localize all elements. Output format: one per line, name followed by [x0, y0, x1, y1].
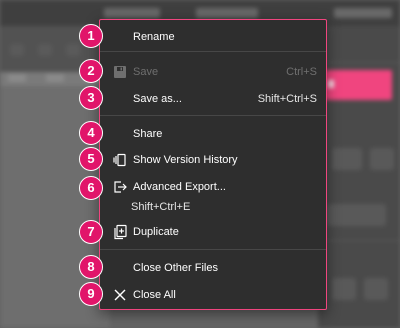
number-badge: 1: [79, 24, 103, 48]
version-history-icon: [112, 152, 128, 168]
menu-item-shortcut: Ctrl+S: [286, 66, 317, 78]
number-badge: 2: [79, 59, 103, 83]
number-badge: 9: [79, 282, 103, 306]
menu-separator: [100, 115, 326, 116]
menu-item-label: Close Other Files: [133, 262, 218, 274]
menu-item-duplicate[interactable]: Duplicate: [100, 220, 326, 244]
number-badge: 6: [79, 176, 103, 200]
number-badge: 5: [79, 147, 103, 171]
menu-item-rename[interactable]: Rename: [100, 25, 326, 49]
duplicate-icon: [112, 224, 128, 240]
menu-item-shortcut: Shift+Ctrl+E: [131, 201, 191, 213]
menu-item-close-other-files[interactable]: Close Other Files: [100, 256, 326, 280]
background-tool: [10, 44, 24, 56]
menu-item-save-as[interactable]: Save as... Shift+Ctrl+S: [100, 87, 326, 111]
background-tab: [334, 8, 392, 18]
menu-item-label: Close All: [133, 289, 176, 301]
menu-separator: [100, 51, 326, 52]
menu-item-label: Duplicate: [133, 226, 179, 238]
export-icon: [112, 179, 128, 195]
number-badge: 3: [79, 86, 103, 110]
menu-item-label: Rename: [133, 31, 175, 43]
menu-separator: [100, 249, 326, 250]
background-tab: [104, 8, 160, 18]
menu-item-save[interactable]: Save Ctrl+S: [100, 60, 326, 84]
save-icon: [112, 64, 128, 80]
menu-item-advanced-export[interactable]: Advanced Export...: [100, 175, 326, 199]
number-badge: 7: [79, 220, 103, 244]
menu-item-label: Save: [133, 66, 159, 78]
number-badge: 8: [79, 255, 103, 279]
menu-item-show-version-history[interactable]: Show Version History: [100, 148, 326, 172]
background-tool: [66, 44, 80, 56]
background-tool: [38, 44, 52, 56]
file-context-menu: Rename Save Ctrl+S Save as... Shift+Ctrl…: [99, 19, 327, 310]
close-icon: [112, 287, 128, 303]
menu-item-close-all[interactable]: Close All: [100, 283, 326, 307]
menu-item-label: Show Version History: [133, 154, 238, 166]
menu-item-shortcut: Shift+Ctrl+S: [257, 93, 317, 105]
menu-item-label: Share: [133, 128, 163, 140]
background-tab: [196, 8, 258, 18]
number-badge: 4: [79, 121, 103, 145]
menu-item-label: Advanced Export...: [133, 181, 226, 193]
menu-item-label: Save as...: [133, 93, 182, 105]
background-accent-panel: [324, 70, 392, 100]
menu-item-share[interactable]: Share: [100, 122, 326, 146]
